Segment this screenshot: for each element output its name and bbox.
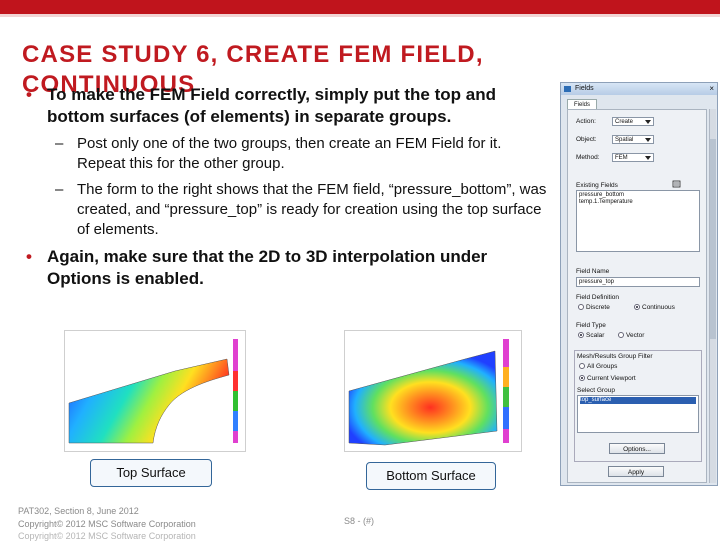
group-filter-box: Mesh/Results Group Filter All Groups Cur… [574, 350, 702, 462]
scalar-label: Scalar [586, 332, 605, 339]
scrollbar-thumb[interactable] [710, 139, 716, 339]
action-value: Create [615, 119, 634, 125]
page-number: S8 - (#) [344, 516, 375, 526]
footer-course: PAT302, Section 8, June 2012 [18, 506, 139, 516]
sub-bullet-2-text: The form to the right shows that the FEM… [77, 181, 547, 238]
bullet-2: • Again, make sure that the 2D to 3D int… [22, 246, 552, 290]
select-group-list[interactable]: top_surface [577, 395, 699, 433]
list-item[interactable]: temp.1.Temperature [579, 199, 697, 206]
form-scrollbar[interactable] [709, 109, 716, 483]
object-label: Object: [576, 136, 597, 143]
sub-bullet-2: – The form to the right shows that the F… [22, 180, 552, 240]
action-label: Action: [576, 118, 596, 125]
sub-bullet-dash: – [55, 135, 64, 152]
continuous-radio[interactable] [634, 304, 640, 310]
sub-bullet-1: – Post only one of the two groups, then … [22, 134, 552, 174]
method-select[interactable]: FEM [612, 153, 654, 162]
object-value: Spatial [615, 137, 634, 143]
footer-copyright: Copyright© 2012 MSC Software Corporation [18, 519, 196, 529]
fields-form-window: Fields × Fields Action: Create Object: S… [560, 82, 718, 486]
field-name-input[interactable]: pressure_top [576, 277, 700, 287]
bullet-dot: • [26, 85, 32, 104]
vector-radio[interactable] [618, 332, 624, 338]
all-groups-label: All Groups [587, 363, 618, 370]
window-app-icon [564, 86, 571, 92]
close-icon[interactable]: × [709, 83, 714, 95]
group-filter-label: Mesh/Results Group Filter [577, 353, 653, 360]
list-item[interactable]: pressure_bottom [579, 192, 697, 199]
fields-window-title: Fields [575, 85, 594, 92]
select-group-label: Select Group [577, 387, 615, 394]
sub-bullet-dash: – [55, 181, 64, 198]
scalar-radio[interactable] [578, 332, 584, 338]
field-definition-label: Field Definition [576, 294, 619, 301]
top-accent-stripe [0, 14, 720, 17]
top-surface-contour-image [68, 339, 238, 444]
action-select[interactable]: Create [612, 117, 654, 126]
bullet-1-text: To make the FEM Field correctly, simply … [47, 85, 496, 126]
method-value: FEM [615, 155, 628, 161]
options-button[interactable]: Options... [609, 443, 665, 454]
bottom-surface-contour-image [348, 339, 509, 446]
bullet-2-text: Again, make sure that the 2D to 3D inter… [47, 247, 488, 288]
all-groups-radio[interactable] [579, 363, 585, 369]
list-item-selected[interactable]: top_surface [580, 397, 696, 404]
field-name-label: Field Name [576, 268, 610, 275]
top-surface-caption: Top Surface [90, 459, 212, 487]
fields-form-body: Action: Create Object: Spatial Method: F… [567, 109, 707, 483]
apply-button[interactable]: Apply [608, 466, 664, 477]
bullet-dot: • [26, 247, 32, 266]
current-viewport-label: Current Viewport [587, 375, 636, 382]
discrete-label: Discrete [586, 304, 610, 311]
top-surface-plot [64, 330, 246, 452]
bottom-surface-plot [344, 330, 522, 452]
method-label: Method: [576, 154, 600, 161]
fields-window-titlebar: Fields × [561, 83, 717, 95]
existing-fields-list[interactable]: pressure_bottom temp.1.Temperature [576, 190, 700, 252]
continuous-label: Continuous [642, 304, 675, 311]
vector-label: Vector [626, 332, 645, 339]
current-viewport-radio[interactable] [579, 375, 585, 381]
field-type-label: Field Type [576, 322, 606, 329]
existing-fields-label: Existing Fields [576, 182, 618, 189]
chevron-down-icon [645, 156, 651, 160]
object-select[interactable]: Spatial [612, 135, 654, 144]
chevron-down-icon [645, 138, 651, 142]
top-accent-bar [0, 0, 720, 14]
slide-body: • To make the FEM Field correctly, simpl… [22, 84, 552, 296]
bullet-1: • To make the FEM Field correctly, simpl… [22, 84, 552, 128]
chevron-down-icon [645, 120, 651, 124]
sub-bullet-1-text: Post only one of the two groups, then cr… [77, 135, 502, 172]
bottom-surface-caption: Bottom Surface [366, 462, 496, 490]
discrete-radio[interactable] [578, 304, 584, 310]
filter-icon[interactable] [672, 180, 682, 189]
